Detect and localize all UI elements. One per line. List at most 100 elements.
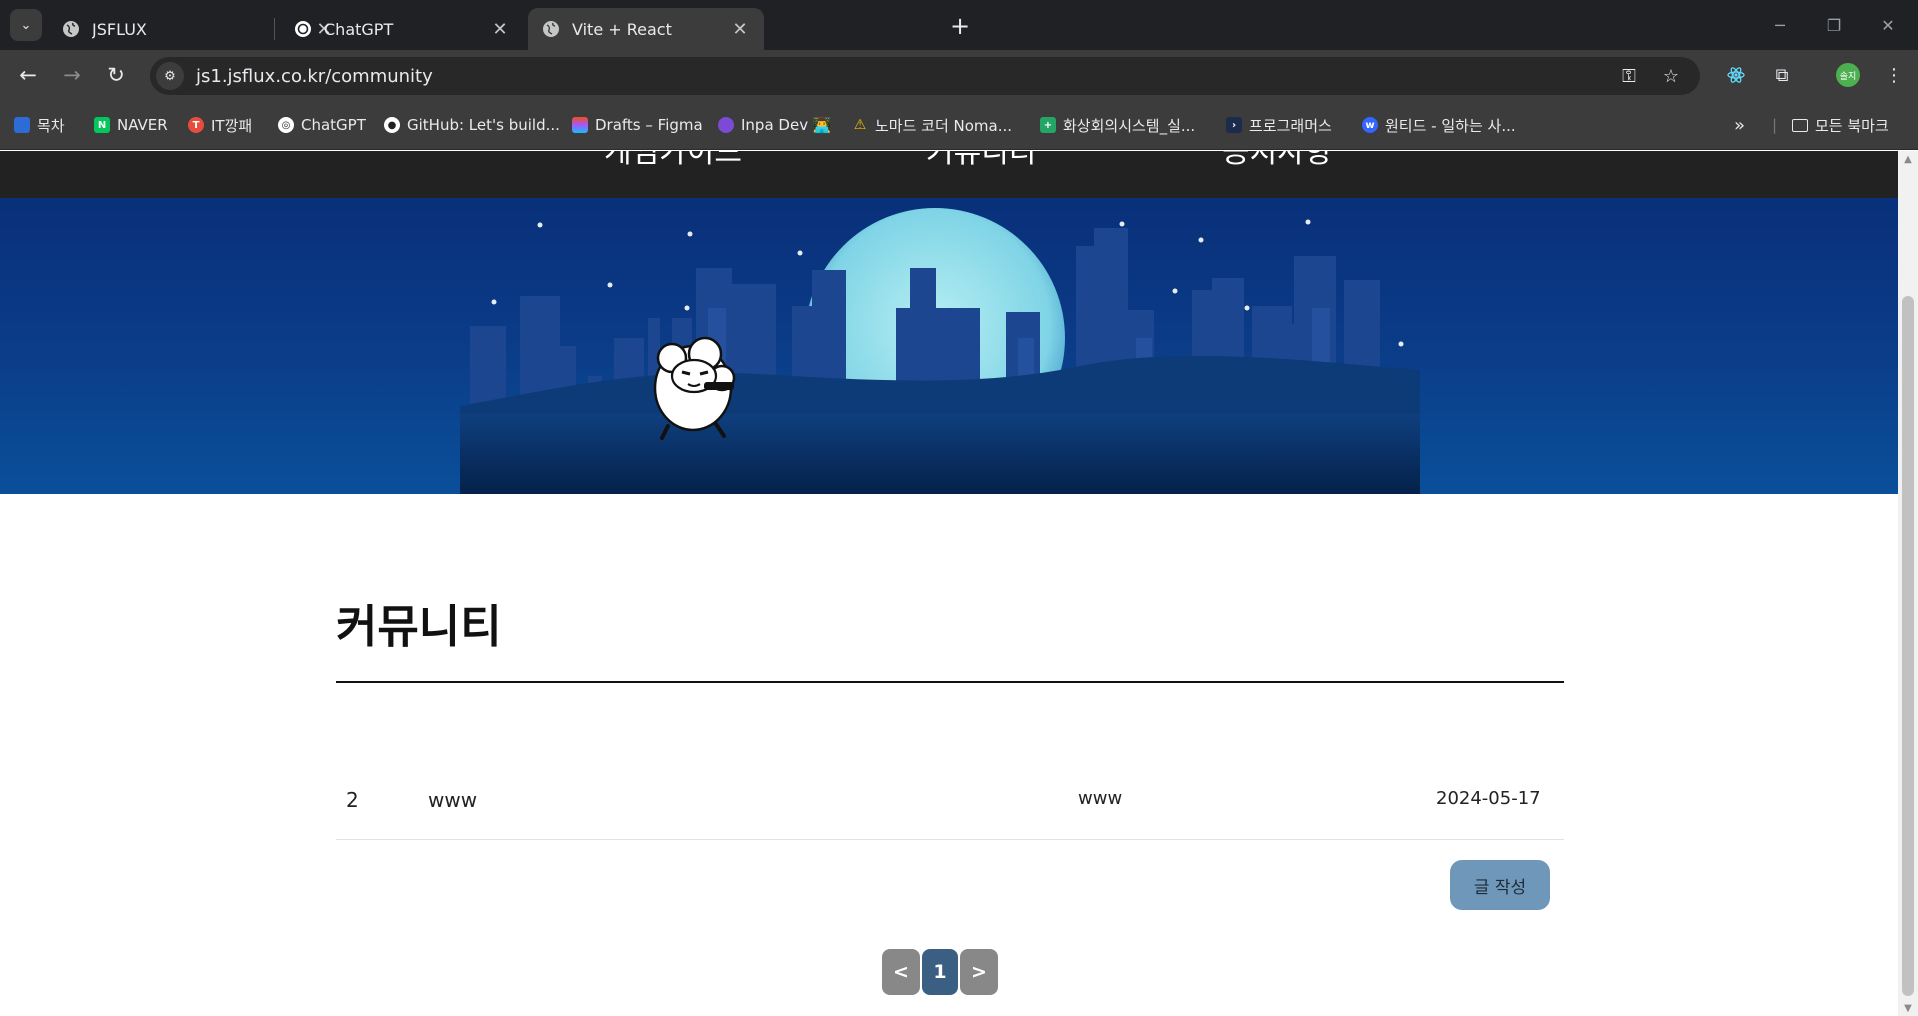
bookmark-item[interactable]: Inpa Dev 👨‍💻 xyxy=(718,114,832,136)
tab-title: ChatGPT xyxy=(324,19,394,39)
extensions-icon[interactable]: ⧉ xyxy=(1766,60,1798,90)
double-chevron-right-icon: » xyxy=(1734,114,1746,136)
next-page-button[interactable]: > xyxy=(960,949,998,995)
bookmark-item[interactable]: ⚠ 노마드 코더 Noma... xyxy=(852,114,1012,136)
bookmark-item[interactable]: T IT깡패 xyxy=(188,114,252,136)
scroll-down-icon[interactable]: ▼ xyxy=(1898,1000,1918,1016)
more-bookmarks-button[interactable]: » xyxy=(1734,114,1745,136)
close-icon: ✕ xyxy=(1881,15,1895,35)
nav-link-game-guide[interactable]: 게임가이드 xyxy=(604,151,742,171)
restore-button[interactable]: ❐ xyxy=(1814,10,1854,40)
all-bookmarks-button[interactable]: 모든 북마크 xyxy=(1792,114,1889,136)
title-divider xyxy=(336,681,1564,683)
menu-icon[interactable]: ⋮ xyxy=(1878,60,1910,90)
post-date: 2024-05-17 xyxy=(1436,788,1541,809)
naver-icon: N xyxy=(94,117,110,133)
bookmark-label: Drafts – Figma xyxy=(595,116,703,134)
bookmark-label: Inpa Dev 👨‍💻 xyxy=(741,116,832,134)
plus-icon: + xyxy=(949,12,971,40)
page-title: 커뮤니티 xyxy=(336,601,502,652)
bookmark-label: 화상회의시스템_실... xyxy=(1063,116,1196,135)
post-title[interactable]: www xyxy=(428,788,477,812)
ground xyxy=(460,414,1420,494)
tab-strip: ⌄ JSFLUX ✕ ChatGPT ✕ Vite + React ✕ + ─ … xyxy=(0,0,1918,50)
scroll-up-icon[interactable]: ▲ xyxy=(1898,151,1918,167)
post-id: 2 xyxy=(346,788,359,812)
tab-search-button[interactable]: ⌄ xyxy=(10,9,42,41)
arrow-left-icon: ← xyxy=(19,63,37,87)
bookmark-item[interactable]: w 원티드 - 일하는 사... xyxy=(1362,114,1516,136)
reload-icon: ↻ xyxy=(107,63,125,87)
bookmarks-bar: 목차 N NAVER T IT깡패 ◎ ChatGPT ● GitHub: Let's … xyxy=(0,100,1918,150)
bookmark-label: ChatGPT xyxy=(301,116,366,134)
bookmark-item[interactable]: › 프로그래머스 xyxy=(1226,114,1332,136)
table-row[interactable]: 2 www www 2024-05-17 xyxy=(336,774,1564,840)
sheets-icon: + xyxy=(1040,117,1056,133)
bookmark-label: NAVER xyxy=(117,116,168,134)
new-tab-button[interactable]: + xyxy=(944,12,976,40)
community-section: 커뮤니티 2 www www 2024-05-17 글 작성 < 1 > xyxy=(0,494,1898,1016)
all-bookmarks-label: 모든 북마크 xyxy=(1815,116,1889,135)
minimize-button[interactable]: ─ xyxy=(1760,10,1800,40)
tab-vite-react[interactable]: Vite + React ✕ xyxy=(528,8,764,50)
folder-icon xyxy=(1792,118,1808,132)
key-icon[interactable]: ⚿ xyxy=(1616,63,1642,89)
write-post-button[interactable]: 글 작성 xyxy=(1450,860,1550,910)
forward-button[interactable]: → xyxy=(56,59,88,91)
tab-chatgpt[interactable]: ChatGPT ✕ xyxy=(280,8,524,50)
page-viewport: 게임가이드 커뮤니티 공지사항 커뮤니티 2 www www 2024-05-1… xyxy=(0,151,1898,1016)
bookmark-item[interactable]: 목차 xyxy=(14,114,65,136)
bookmark-doc-icon xyxy=(14,117,30,133)
bookmark-label: GitHub: Let's build... xyxy=(407,116,560,134)
bookmark-item[interactable]: + 화상회의시스템_실... xyxy=(1040,114,1195,136)
scrollbar-thumb[interactable] xyxy=(1902,296,1914,996)
back-button[interactable]: ← xyxy=(12,59,44,91)
close-window-button[interactable]: ✕ xyxy=(1868,10,1908,40)
bookmark-label: 목차 xyxy=(37,116,65,135)
site-navbar: 게임가이드 커뮤니티 공지사항 xyxy=(0,151,1898,198)
minimize-icon: ─ xyxy=(1775,15,1785,35)
globe-icon xyxy=(542,20,560,38)
bookmark-label: 원티드 - 일하는 사... xyxy=(1385,116,1516,135)
close-icon[interactable]: ✕ xyxy=(490,19,510,40)
page-scrollbar[interactable]: ▲ ▼ xyxy=(1898,151,1918,1016)
tab-title: Vite + React xyxy=(572,19,672,39)
chatgpt-icon xyxy=(294,20,312,38)
avatar: 솔지 xyxy=(1836,63,1860,87)
inpa-icon xyxy=(718,117,734,133)
restore-icon: ❐ xyxy=(1826,15,1842,35)
bookmark-label: 노마드 코더 Noma... xyxy=(875,116,1013,135)
site-info-icon[interactable]: ⚙ xyxy=(156,62,184,90)
chevron-down-icon: ⌄ xyxy=(20,17,32,33)
star-icon[interactable]: ☆ xyxy=(1658,63,1684,89)
bookmark-label: IT깡패 xyxy=(211,116,253,135)
bookmark-item[interactable]: N NAVER xyxy=(94,114,168,136)
bookmark-label: 프로그래머스 xyxy=(1249,116,1332,135)
bookmark-item[interactable]: Drafts – Figma xyxy=(572,114,703,136)
bookmark-item[interactable]: ◎ ChatGPT xyxy=(278,114,366,136)
itggang-icon: T xyxy=(188,117,204,133)
figma-icon xyxy=(572,117,588,133)
close-icon[interactable]: ✕ xyxy=(730,19,750,40)
wanted-icon: w xyxy=(1362,117,1378,133)
arrow-right-icon: → xyxy=(63,63,81,87)
chatgpt-icon: ◎ xyxy=(278,117,294,133)
prev-page-button[interactable]: < xyxy=(882,949,920,995)
night-city-illustration xyxy=(460,208,1420,496)
programmers-icon: › xyxy=(1226,117,1242,133)
globe-icon xyxy=(62,20,80,38)
bookmarks-divider: | xyxy=(1772,116,1778,134)
browser-toolbar: ← → ↻ ⚙ js1.jsflux.co.kr/community ⚿ ☆ ⧉… xyxy=(0,50,1918,100)
page-1-button[interactable]: 1 xyxy=(922,949,958,995)
bookmark-item[interactable]: ● GitHub: Let's build... xyxy=(384,114,560,136)
profile-button[interactable]: 솔지 xyxy=(1832,60,1864,90)
post-author: www xyxy=(1078,788,1123,809)
github-icon: ● xyxy=(384,117,400,133)
reload-button[interactable]: ↻ xyxy=(100,59,132,91)
react-devtools-icon[interactable] xyxy=(1720,60,1752,90)
address-bar[interactable]: ⚙ js1.jsflux.co.kr/community ⚿ ☆ xyxy=(150,57,1700,95)
nav-link-notices[interactable]: 공지사항 xyxy=(1222,151,1332,171)
nav-link-community[interactable]: 커뮤니티 xyxy=(926,151,1036,171)
tab-divider xyxy=(274,18,275,40)
address-text[interactable]: js1.jsflux.co.kr/community xyxy=(196,66,433,87)
